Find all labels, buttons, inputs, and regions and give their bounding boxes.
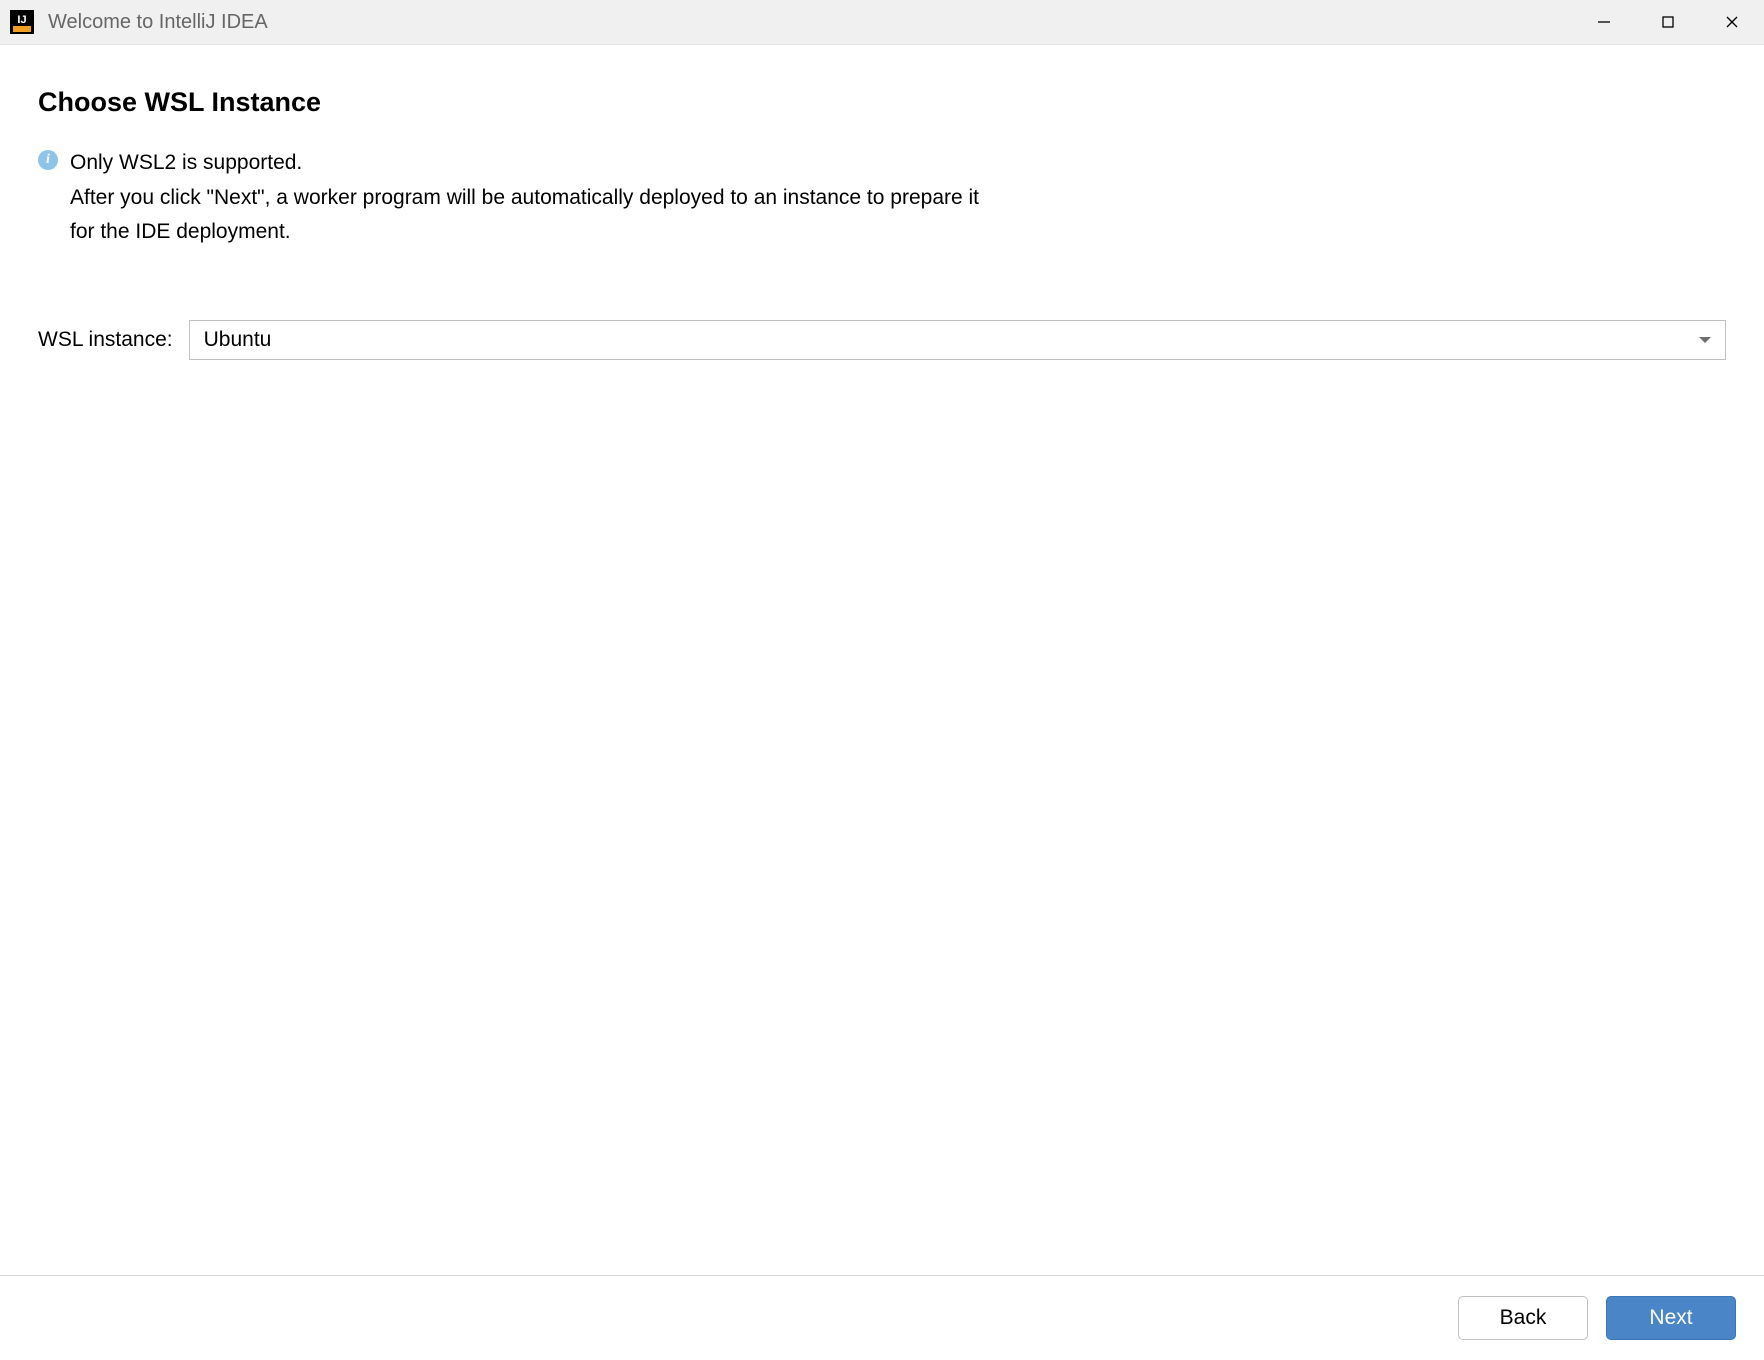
chevron-down-icon [1699, 337, 1711, 343]
app-icon-text: IJ [17, 15, 26, 26]
wsl-instance-row: WSL instance: Ubuntu [38, 320, 1726, 360]
close-button[interactable] [1700, 0, 1764, 44]
page-heading: Choose WSL Instance [38, 87, 1726, 118]
app-icon: IJ [10, 10, 34, 34]
close-icon [1724, 14, 1740, 30]
content-area: Choose WSL Instance i Only WSL2 is suppo… [0, 45, 1764, 1275]
wsl-instance-selected-value: Ubuntu [204, 328, 272, 352]
window-controls [1572, 0, 1764, 44]
info-block: i Only WSL2 is supported. After you clic… [38, 146, 1726, 250]
minimize-icon [1596, 14, 1612, 30]
maximize-button[interactable] [1636, 0, 1700, 44]
minimize-button[interactable] [1572, 0, 1636, 44]
wsl-instance-label: WSL instance: [38, 328, 173, 352]
info-text: Only WSL2 is supported. After you click … [70, 146, 990, 250]
title-bar: IJ Welcome to IntelliJ IDEA [0, 0, 1764, 45]
wsl-instance-select[interactable]: Ubuntu [189, 320, 1726, 360]
next-button[interactable]: Next [1606, 1296, 1736, 1340]
footer: Back Next [0, 1275, 1764, 1360]
info-line-2: After you click "Next", a worker program… [70, 181, 990, 250]
info-line-1: Only WSL2 is supported. [70, 146, 990, 181]
window-title: Welcome to IntelliJ IDEA [48, 11, 1572, 34]
maximize-icon [1660, 14, 1676, 30]
info-icon: i [38, 150, 58, 170]
back-button[interactable]: Back [1458, 1296, 1588, 1340]
